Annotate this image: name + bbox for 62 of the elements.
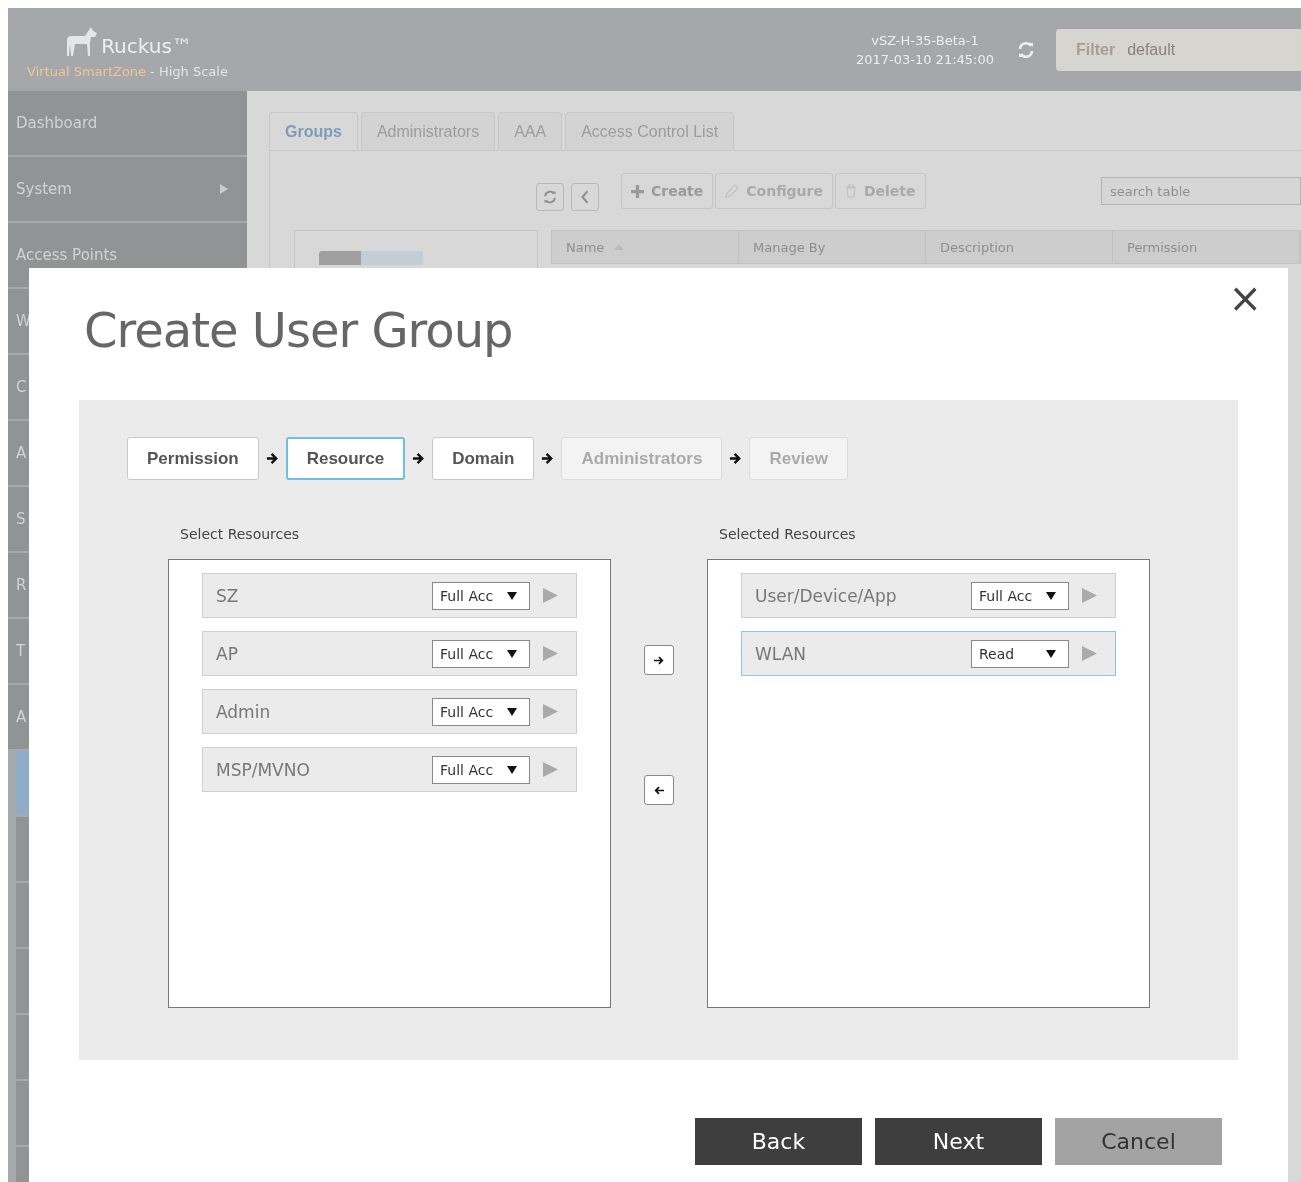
list-label: Select Resources [180, 526, 301, 544]
arrow-icon [729, 452, 743, 465]
collapse-button[interactable] [571, 183, 599, 211]
resource-row[interactable]: User/Device/App Full Acc [741, 573, 1116, 618]
play-icon[interactable] [543, 588, 558, 603]
remove-button[interactable] [644, 775, 674, 805]
resource-name: WLAN [755, 643, 807, 664]
resource-name: AP [216, 643, 238, 664]
play-icon[interactable] [543, 646, 558, 661]
caret-down-icon [507, 707, 517, 716]
caret-down-icon [1046, 591, 1056, 600]
chevron-left-icon [580, 190, 590, 204]
resource-name: MSP/MVNO [216, 759, 310, 780]
resource-name: SZ [216, 585, 239, 606]
access-dropdown[interactable]: Full Acc [432, 581, 530, 610]
resource-row[interactable]: WLAN Read [741, 631, 1116, 676]
host-name: vSZ-H-35-Beta-1 [871, 32, 979, 48]
access-dropdown[interactable]: Full Acc [432, 697, 530, 726]
list-label: Selected Resources [719, 526, 857, 544]
wizard-step[interactable]: Domain [432, 437, 535, 480]
dialog-button[interactable]: Next [875, 1118, 1042, 1165]
arrow-icon [412, 452, 426, 465]
access-dropdown[interactable]: Read [971, 639, 1069, 668]
resource-name: Admin [216, 701, 271, 722]
resource-row[interactable]: Admin Full Acc [202, 689, 577, 734]
play-icon[interactable] [543, 704, 558, 719]
date-time: 2017-03-10 21:45:00 [855, 51, 994, 67]
resource-row[interactable]: SZ Full Acc [202, 573, 577, 618]
submenu-arrow-icon [219, 184, 229, 194]
play-icon[interactable] [1082, 588, 1097, 603]
product-edition: - High Scale [150, 64, 228, 79]
product-name: Virtual SmartZone [27, 64, 147, 79]
resource-row[interactable]: AP Full Acc [202, 631, 577, 676]
dialog-button[interactable]: Cancel [1055, 1118, 1222, 1165]
resource-name: User/Device/App [755, 585, 897, 606]
access-dropdown[interactable]: Full Acc [971, 581, 1069, 610]
play-icon[interactable] [1082, 646, 1097, 661]
tree-node[interactable] [319, 251, 423, 265]
add-button[interactable] [644, 645, 674, 675]
caret-down-icon [1046, 649, 1056, 658]
arrow-icon [265, 452, 279, 465]
refresh-icon[interactable] [1016, 39, 1036, 60]
dialog-title: Create User Group [84, 302, 513, 358]
caret-down-icon [507, 765, 517, 774]
arrow-left-icon [654, 785, 664, 795]
close-button[interactable]: × [1224, 278, 1266, 318]
access-dropdown[interactable]: Full Acc [432, 639, 530, 668]
caret-down-icon [507, 591, 517, 600]
refresh-icon [542, 189, 558, 205]
refresh-button[interactable] [536, 183, 564, 211]
plus-icon [631, 184, 644, 198]
caret-down-icon [507, 649, 517, 658]
play-icon[interactable] [543, 762, 558, 777]
brand-name: Ruckus™ [101, 34, 192, 58]
wizard-step[interactable]: Permission [127, 437, 259, 480]
arrow-right-icon [654, 655, 664, 665]
access-dropdown[interactable]: Full Acc [432, 755, 530, 784]
wizard-step[interactable]: Resource [285, 437, 406, 480]
resource-row[interactable]: MSP/MVNO Full Acc [202, 747, 577, 792]
search-field[interactable]: search table [1101, 177, 1301, 205]
dialog-button[interactable]: Back [695, 1118, 862, 1165]
arrow-icon [541, 452, 555, 465]
